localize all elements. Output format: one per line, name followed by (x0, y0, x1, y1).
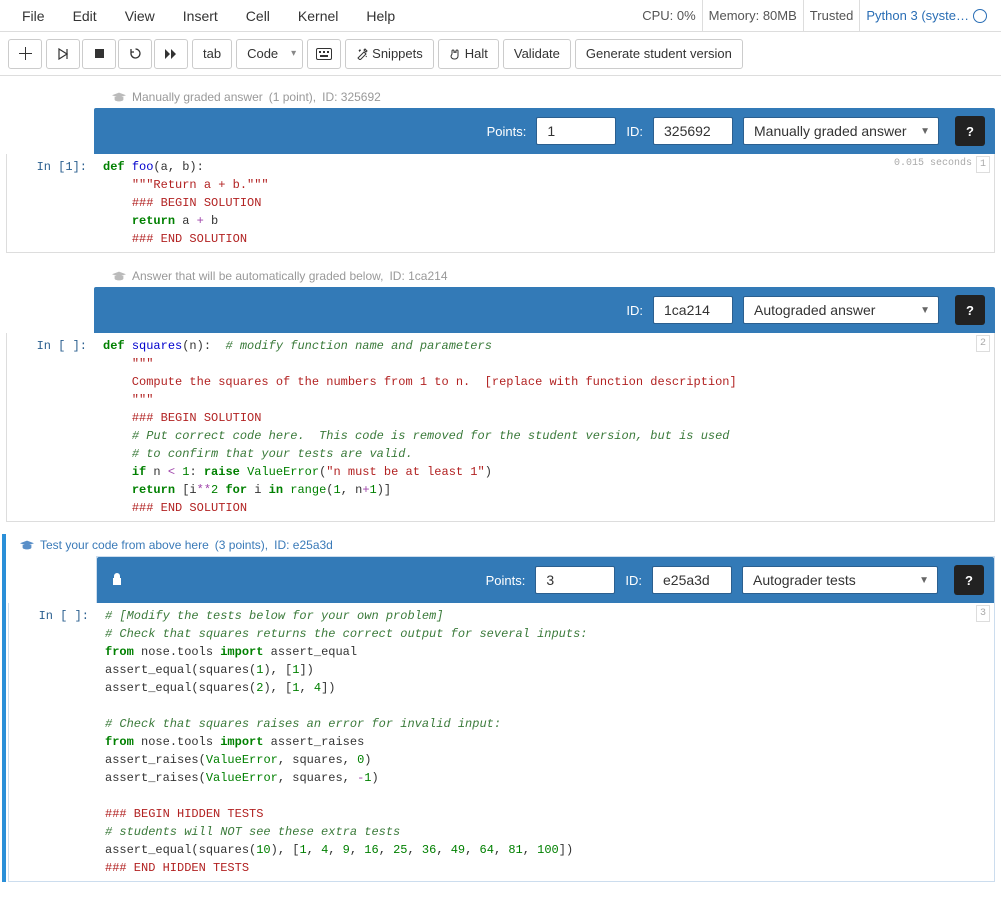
cell-2-help-button[interactable]: ? (955, 295, 985, 325)
generate-student-button[interactable]: Generate student version (575, 39, 743, 69)
fast-forward-icon (164, 48, 178, 60)
validate-button[interactable]: Validate (503, 39, 571, 69)
cell-1-code[interactable]: 0.015 seconds 1 def foo(a, b): """Return… (95, 154, 994, 252)
cell-2-meta-id: ID: 1ca214 (389, 269, 447, 283)
menu-kernel[interactable]: Kernel (284, 2, 352, 30)
cell-3-meta: Test your code from above here (3 points… (8, 534, 995, 556)
dropdown-triangle-icon: ▼ (920, 126, 930, 137)
menu-edit[interactable]: Edit (59, 2, 111, 30)
cell-3-meta-id: ID: e25a3d (274, 538, 333, 552)
restart-icon (129, 47, 142, 60)
magic-icon (356, 48, 368, 60)
cell-1-linenum: 1 (976, 156, 990, 173)
toolbar: tab Code ▾ Snippets Halt Validate Genera… (0, 32, 1001, 76)
cell-1[interactable]: Manually graded answer (1 point), ID: 32… (6, 86, 995, 253)
points-label: Points: (486, 573, 526, 588)
cell-1-meta: Manually graded answer (1 point), ID: 32… (6, 86, 995, 108)
cell-1-meta-label: Manually graded answer (132, 90, 263, 104)
cell-1-type-label: Manually graded answer (754, 123, 907, 139)
cell-3-header: Points: ID: Autograder tests ▼ ? (97, 557, 994, 603)
cell-1-type-select[interactable]: Manually graded answer ▼ (743, 117, 939, 145)
id-label: ID: (626, 124, 643, 139)
status-cpu: CPU: 0% (636, 0, 701, 31)
restart-run-all-button[interactable] (154, 39, 188, 69)
status-memory: Memory: 80MB (702, 0, 803, 31)
snippets-button[interactable]: Snippets (345, 39, 434, 69)
cell-1-timing: 0.015 seconds (894, 156, 972, 171)
menu-cell[interactable]: Cell (232, 2, 284, 30)
cell-3[interactable]: Test your code from above here (3 points… (2, 534, 995, 882)
graduation-cap-icon (20, 540, 34, 550)
cell-3-points-input[interactable] (535, 566, 615, 594)
hand-icon (449, 48, 461, 60)
cell-2-meta-label: Answer that will be automatically graded… (132, 269, 383, 283)
cell-2-prompt: In [ ]: (7, 333, 95, 521)
cell-3-prompt: In [ ]: (9, 603, 97, 881)
graduation-cap-icon (112, 92, 126, 102)
halt-button[interactable]: Halt (438, 39, 499, 69)
menu-insert[interactable]: Insert (169, 2, 232, 30)
tab-button[interactable]: tab (192, 39, 232, 69)
cell-3-meta-label: Test your code from above here (40, 538, 209, 552)
stop-button[interactable] (82, 39, 116, 69)
halt-label: Halt (465, 46, 488, 61)
cell-2-code[interactable]: 2 def squares(n): # modify function name… (95, 333, 994, 521)
notebook-area: Manually graded answer (1 point), ID: 32… (0, 76, 1001, 902)
dropdown-triangle-icon: ▼ (919, 575, 929, 586)
restart-button[interactable] (118, 39, 152, 69)
cell-2-type-select[interactable]: Autograded answer ▼ (743, 296, 939, 324)
kernel-name: Python 3 (syste… (866, 8, 969, 23)
run-icon (57, 48, 69, 60)
graduation-cap-icon (112, 271, 126, 281)
plus-icon (19, 47, 32, 60)
menu-view[interactable]: View (111, 2, 169, 30)
id-label: ID: (626, 303, 643, 318)
lock-icon (111, 572, 123, 589)
stop-icon (94, 48, 105, 59)
celltype-label: Code (247, 46, 278, 61)
cell-1-help-button[interactable]: ? (955, 116, 985, 146)
cell-1-meta-points: (1 point), (269, 90, 316, 104)
cell-3-help-button[interactable]: ? (954, 565, 984, 595)
cell-3-id-input[interactable] (652, 566, 732, 594)
status-kernel[interactable]: Python 3 (syste… (859, 0, 993, 31)
command-palette-button[interactable] (307, 39, 341, 69)
cell-2-linenum: 2 (976, 335, 990, 352)
menu-file[interactable]: File (8, 2, 59, 30)
cell-2-type-label: Autograded answer (754, 302, 875, 318)
cell-2-meta: Answer that will be automatically graded… (6, 265, 995, 287)
cell-2-header: ID: Autograded answer ▼ ? (94, 287, 995, 333)
cell-1-prompt: In [1]: (7, 154, 95, 252)
menu-help[interactable]: Help (352, 2, 409, 30)
snippets-label: Snippets (372, 46, 423, 61)
cell-2-id-input[interactable] (653, 296, 733, 324)
cell-2[interactable]: Answer that will be automatically graded… (6, 265, 995, 522)
cell-3-meta-points: (3 points), (215, 538, 268, 552)
dropdown-triangle-icon: ▼ (920, 305, 930, 316)
cell-1-header: Points: ID: Manually graded answer ▼ ? (94, 108, 995, 154)
cell-1-meta-id: ID: 325692 (322, 90, 381, 104)
cell-1-id-input[interactable] (653, 117, 733, 145)
id-label: ID: (625, 573, 642, 588)
cell-3-type-label: Autograder tests (753, 572, 856, 588)
run-button[interactable] (46, 39, 80, 69)
cell-1-points-input[interactable] (536, 117, 616, 145)
cell-3-linenum: 3 (976, 605, 990, 622)
menu-bar: File Edit View Insert Cell Kernel Help C… (0, 0, 1001, 32)
points-label: Points: (487, 124, 527, 139)
keyboard-icon (316, 48, 332, 60)
celltype-select[interactable]: Code ▾ (236, 39, 303, 69)
cell-3-type-select[interactable]: Autograder tests ▼ (742, 566, 938, 594)
chevron-down-icon: ▾ (291, 48, 296, 59)
status-trusted[interactable]: Trusted (803, 0, 860, 31)
cell-3-code[interactable]: 3 # [Modify the tests below for your own… (97, 603, 994, 881)
kernel-status-icon (973, 9, 987, 23)
insert-cell-button[interactable] (8, 39, 42, 69)
